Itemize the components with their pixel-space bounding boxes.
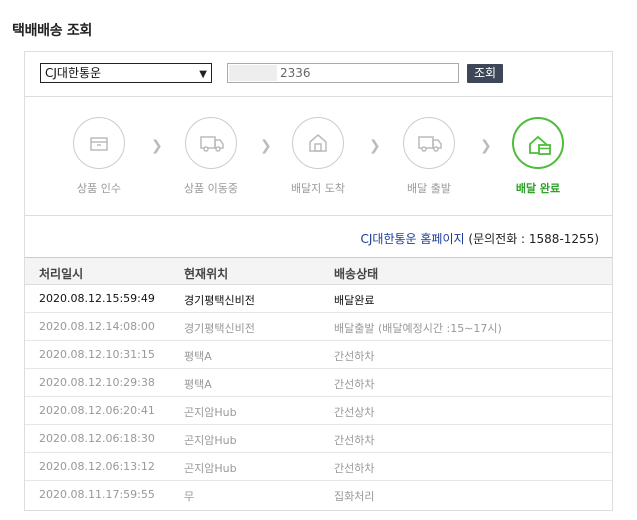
search-bar: CJ대한통운 ▼ 2336 조회 [25, 52, 612, 97]
step-circle [292, 117, 344, 169]
carrier-select-value: CJ대한통운 [45, 66, 102, 80]
row-location: 평택A [184, 350, 212, 363]
step-circle [185, 117, 237, 169]
row-location: 곤지암Hub [184, 462, 237, 475]
box-icon [90, 137, 108, 151]
step-label: 배달지 도착 [290, 182, 346, 195]
chevron-right-icon: ❯ [480, 138, 492, 154]
table-row: 2020.08.12.06:18:30 곤지암Hub 간선하차 [25, 425, 612, 453]
row-time: 2020.08.12.06:18:30 [39, 432, 155, 445]
row-status: 배달완료 [334, 294, 375, 307]
step-label: 상품 이동중 [183, 182, 239, 195]
header-location: 현재위치 [184, 267, 229, 281]
row-status: 간선하차 [334, 378, 375, 391]
table-row: 2020.08.12.06:20:41 곤지암Hub 간선상차 [25, 397, 612, 425]
row-time: 2020.08.12.14:08:00 [39, 320, 155, 333]
step-out-for-delivery: 배달 출발 [389, 117, 469, 196]
row-location: 경기평택신비전 [184, 322, 255, 335]
row-location: 경기평택신비전 [184, 294, 255, 307]
table-row: 2020.08.12.15:59:49 경기평택신비전 배달완료 [25, 285, 612, 313]
tracking-number-value: 2336 [280, 66, 311, 80]
row-location: 무 [184, 490, 195, 503]
carrier-select[interactable]: CJ대한통운 ▼ [40, 63, 212, 83]
table-row: 2020.08.12.10:29:38 평택A 간선하차 [25, 369, 612, 397]
tracking-number-input[interactable]: 2336 [227, 63, 459, 83]
row-status: 간선하차 [334, 434, 375, 447]
table-row: 2020.08.12.06:13:12 곤지암Hub 간선하차 [25, 453, 612, 481]
masked-digits [229, 65, 277, 81]
delivery-progress: 상품 인수 ❯ 상품 이동중 ❯ 배달지 도착 ❯ 배달 출발 ❯ 배달 완료 [25, 97, 612, 216]
row-status: 간선하차 [334, 462, 375, 475]
row-time: 2020.08.12.06:20:41 [39, 404, 155, 417]
row-time: 2020.08.12.06:13:12 [39, 460, 155, 473]
step-label: 배달 완료 [515, 182, 561, 195]
chevron-right-icon: ❯ [260, 138, 272, 154]
tracking-panel: CJ대한통운 ▼ 2336 조회 상품 인수 ❯ 상품 이동중 ❯ 배달지 도착… [24, 51, 613, 511]
row-status: 간선하차 [334, 350, 375, 363]
step-label: 상품 인수 [77, 182, 121, 195]
header-status: 배송상태 [334, 267, 379, 281]
row-status: 집화처리 [334, 490, 375, 503]
search-button[interactable]: 조회 [467, 64, 503, 83]
carrier-homepage-link[interactable]: CJ대한통운 홈페이지 [361, 232, 465, 246]
row-location: 곤지암Hub [184, 406, 237, 419]
house-icon [309, 134, 327, 152]
step-circle [403, 117, 455, 169]
page-title: 택배배송 조회 [12, 23, 93, 39]
truck-icon [200, 136, 224, 152]
step-label: 배달 출발 [407, 182, 451, 195]
carrier-contact: (문의전화 : 1588-1255) [468, 232, 599, 246]
header-time: 처리일시 [39, 267, 84, 281]
row-time: 2020.08.11.17:59:55 [39, 488, 155, 501]
step-pickup: 상품 인수 [59, 117, 139, 196]
delivered-house-icon [529, 135, 551, 155]
row-status: 간선상차 [334, 406, 375, 419]
table-row: 2020.08.12.14:08:00 경기평택신비전 배달출발 (배달예정시간… [25, 313, 612, 341]
step-in-transit: 상품 이동중 [171, 117, 251, 196]
chevron-right-icon: ❯ [369, 138, 381, 154]
step-circle [512, 117, 564, 169]
chevron-right-icon: ❯ [151, 138, 163, 154]
row-location: 곤지암Hub [184, 434, 237, 447]
step-arrived: 배달지 도착 [278, 117, 358, 196]
step-circle [73, 117, 125, 169]
step-delivered: 배달 완료 [498, 117, 578, 196]
chevron-down-icon: ▼ [199, 69, 207, 80]
table-row: 2020.08.12.10:31:15 평택A 간선하차 [25, 341, 612, 369]
table-header: 처리일시 현재위치 배송상태 [25, 257, 612, 285]
table-row: 2020.08.11.17:59:55 무 집화처리 [25, 481, 612, 509]
row-time: 2020.08.12.10:29:38 [39, 376, 155, 389]
row-status: 배달출발 (배달예정시간 :15∼17시) [334, 322, 502, 335]
delivery-truck-icon [418, 136, 442, 152]
row-location: 평택A [184, 378, 212, 391]
row-time: 2020.08.12.15:59:49 [39, 292, 155, 305]
carrier-info: CJ대한통운 홈페이지 (문의전화 : 1588-1255) [361, 230, 600, 247]
row-time: 2020.08.12.10:31:15 [39, 348, 155, 361]
